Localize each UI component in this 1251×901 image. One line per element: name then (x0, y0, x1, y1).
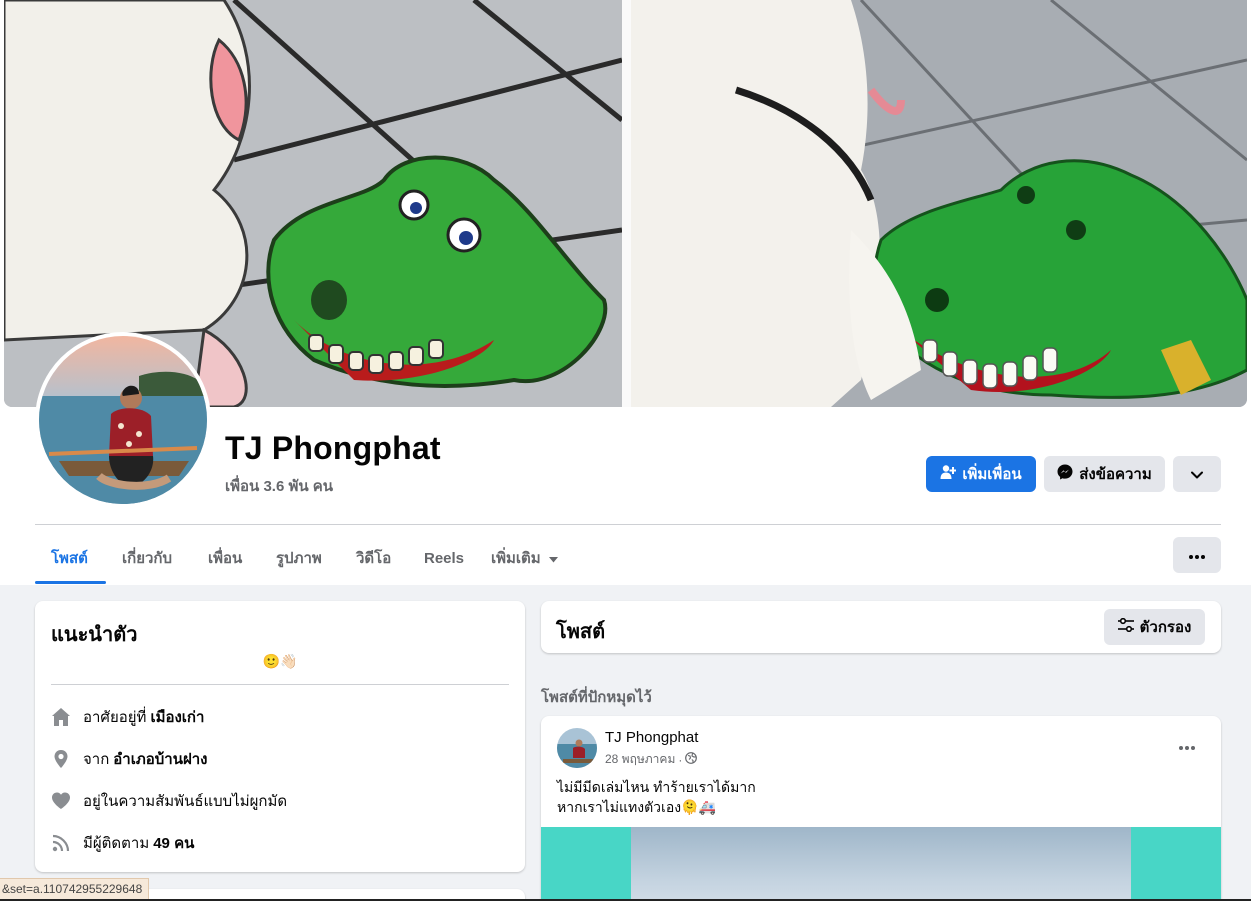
profile-name: TJ Phongphat (225, 430, 441, 466)
tab-videos[interactable]: วิดีโอ (340, 532, 407, 584)
cover-image-photo (631, 0, 1247, 407)
from-prefix: จาก (83, 751, 110, 768)
post-author-name[interactable]: TJ Phongphat (605, 729, 698, 746)
pinned-posts-label: โพสต์ที่ปักหมุดไว้ (541, 689, 652, 706)
tab-friends-label: เพื่อน (208, 550, 243, 567)
tab-more[interactable]: เพิ่มเติม (475, 532, 574, 584)
pinned-post: TJ Phongphat 28 พฤษภาคม · ไม่มีมีดเล่มไห… (541, 716, 1221, 901)
location-pin-icon (51, 749, 71, 769)
intro-card: แนะนำตัว 🙂👋🏻 อาศัยอยู่ที่ เมืองเก่า จาก … (35, 601, 525, 872)
add-person-icon (940, 464, 957, 484)
tab-friends[interactable]: เพื่อน (192, 532, 258, 584)
tab-photos-label: รูปภาพ (276, 550, 322, 567)
filter-sliders-icon (1117, 617, 1134, 636)
post-author-avatar[interactable] (557, 728, 597, 768)
active-tab-indicator (35, 581, 106, 584)
add-friend-button[interactable]: เพิ่มเพื่อน (926, 456, 1036, 492)
heart-icon (51, 791, 71, 811)
followers-value[interactable]: 49 คน (153, 831, 194, 855)
avatar-image (39, 336, 207, 504)
post-text: ไม่มีมีดเล่มไหน ทำร้ายเราได้มาก หากเราไม… (557, 777, 756, 817)
globe-icon (685, 752, 698, 767)
relationship-status: อยู่ในความสัมพันธ์แบบไม่ผูกมัด (83, 793, 288, 810)
intro-row-from: จาก อำเภอบ้านฝาง (51, 747, 208, 771)
intro-title: แนะนำตัว (51, 624, 138, 646)
post-text-line: ไม่มีมีดเล่มไหน ทำร้ายเราได้มาก (557, 779, 756, 795)
tab-about[interactable]: เกี่ยวกับ (106, 532, 188, 584)
post-options-button[interactable] (1171, 734, 1203, 758)
tab-reels-label: Reels (424, 549, 465, 567)
status-url-tooltip: &set=a.110742955229648 (0, 878, 150, 900)
message-button[interactable]: ส่งข้อความ (1044, 456, 1165, 492)
rss-followers-icon (51, 833, 71, 853)
profile-options-button[interactable] (1173, 456, 1221, 492)
profile-header: TJ Phongphat เพื่อน 3.6 พัน คน เพิ่มเพื่… (0, 0, 1251, 585)
intro-bio: 🙂👋🏻 (262, 653, 298, 669)
tab-videos-label: วิดีโอ (356, 550, 392, 567)
tab-more-label: เพิ่มเติม (491, 550, 541, 567)
tab-posts[interactable]: โพสต์ (35, 532, 104, 584)
chevron-down-icon (1191, 466, 1203, 483)
header-divider (35, 524, 1221, 525)
tab-overflow-button[interactable] (1173, 537, 1221, 573)
messenger-icon (1057, 464, 1073, 484)
add-friend-label: เพิ่มเพื่อน (962, 466, 1022, 483)
home-icon (51, 707, 71, 727)
cover-divider (622, 0, 631, 407)
intro-row-followers: มีผู้ติดตาม 49 คน (51, 831, 194, 855)
filter-label: ตัวกรอง (1139, 619, 1192, 636)
caret-down-icon (548, 550, 558, 567)
friend-count[interactable]: เพื่อน 3.6 พัน คน (225, 474, 333, 498)
more-dots-icon (1189, 546, 1205, 564)
filter-button[interactable]: ตัวกรอง (1104, 609, 1205, 645)
post-date[interactable]: 28 พฤษภาคม (605, 750, 675, 769)
intro-row-lives: อาศัยอยู่ที่ เมืองเก่า (51, 705, 204, 729)
lives-prefix: อาศัยอยู่ที่ (83, 709, 147, 726)
profile-avatar[interactable] (35, 332, 211, 508)
more-dots-icon (1179, 737, 1195, 755)
tab-about-label: เกี่ยวกับ (122, 550, 173, 567)
lives-value[interactable]: เมืองเก่า (150, 705, 204, 729)
tab-posts-label: โพสต์ (51, 550, 88, 567)
from-value[interactable]: อำเภอบ้านฝาง (113, 747, 207, 771)
tab-photos[interactable]: รูปภาพ (260, 532, 338, 584)
post-meta: 28 พฤษภาคม · (605, 750, 698, 769)
cover-photo[interactable] (4, 0, 1247, 407)
intro-row-relationship: อยู่ในความสัมพันธ์แบบไม่ผูกมัด (51, 789, 287, 813)
post-image[interactable] (541, 827, 1221, 901)
posts-title: โพสต์ (556, 621, 606, 643)
followers-prefix: มีผู้ติดตาม (83, 835, 150, 852)
message-label: ส่งข้อความ (1079, 466, 1152, 483)
intro-divider (51, 684, 509, 685)
tab-reels[interactable]: Reels (408, 532, 480, 584)
posts-header-card: โพสต์ ตัวกรอง (541, 601, 1221, 653)
post-photo (631, 827, 1131, 901)
post-text-line: หากเราไม่แทงตัวเอง🫠🚑 (557, 799, 716, 815)
meta-separator: · (678, 752, 683, 767)
